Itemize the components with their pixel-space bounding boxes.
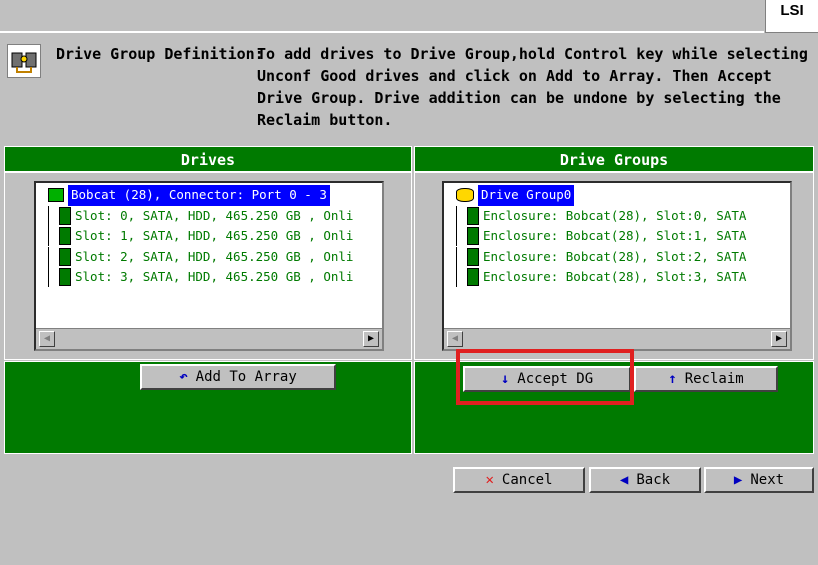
disk-icon <box>59 247 71 266</box>
scroll-left-icon[interactable]: ◀ <box>447 331 463 347</box>
scroll-right-icon[interactable]: ▶ <box>363 331 379 347</box>
cancel-button[interactable]: ✕ Cancel <box>453 467 585 493</box>
arrow-up-icon: ↑ <box>668 371 677 387</box>
drives-panel-header: Drives <box>4 146 412 172</box>
reclaim-button[interactable]: ↑ Reclaim <box>634 366 778 392</box>
arrow-right-icon: ▶ <box>733 472 743 488</box>
disk-icon <box>467 247 479 266</box>
lsi-logo: LSI <box>765 0 818 33</box>
close-icon: ✕ <box>485 472 494 488</box>
add-to-array-button[interactable]: ↶ Add To Array <box>140 364 336 390</box>
groups-list[interactable]: Drive Group0 Enclosure: Bobcat(28), Slot… <box>442 181 792 351</box>
next-button[interactable]: ▶ Next <box>704 467 814 493</box>
list-item-drive[interactable]: Slot: 0, SATA, HDD, 465.250 GB , Onli <box>48 205 353 227</box>
drives-list[interactable]: Bobcat (28), Connector: Port 0 - 3 Slot:… <box>34 181 384 351</box>
disk-icon <box>467 268 479 287</box>
back-button[interactable]: ◀ Back <box>589 467 701 493</box>
controller-icon <box>48 188 64 203</box>
list-item-drive[interactable]: Slot: 3, SATA, HDD, 465.250 GB , Onli <box>48 267 353 288</box>
arrow-left-icon: ◀ <box>619 472 629 488</box>
groups-panel-header: Drive Groups <box>414 146 814 172</box>
undo-arrow-icon: ↶ <box>179 369 188 385</box>
disk-icon <box>59 206 71 225</box>
scroll-right-icon[interactable]: ▶ <box>771 331 787 347</box>
list-item-enclosure-drive[interactable]: Enclosure: Bobcat(28), Slot:2, SATA <box>456 246 746 268</box>
list-item-enclosure-drive[interactable]: Enclosure: Bobcat(28), Slot:3, SATA <box>456 267 746 288</box>
disk-icon <box>59 227 71 246</box>
list-item-enclosure-drive[interactable]: Enclosure: Bobcat(28), Slot:0, SATA <box>456 205 746 227</box>
list-item-drive[interactable]: Slot: 2, SATA, HDD, 465.250 GB , Onli <box>48 246 353 268</box>
drive-group-icon <box>456 188 474 203</box>
list-item-controller[interactable]: Bobcat (28), Connector: Port 0 - 3 <box>48 185 353 206</box>
drive-config-icon <box>7 44 41 78</box>
list-item-drive[interactable]: Slot: 1, SATA, HDD, 465.250 GB , Onli <box>48 226 353 247</box>
help-label: Drive Group Definition: <box>56 45 264 63</box>
disk-icon <box>467 206 479 225</box>
header-divider <box>0 31 764 33</box>
help-text: To add drives to Drive Group,hold Contro… <box>257 45 808 129</box>
disk-icon <box>467 227 479 246</box>
disk-icon <box>59 268 71 287</box>
annotation-highlight-box <box>456 349 634 405</box>
list-item-drive-group[interactable]: Drive Group0 <box>456 185 746 206</box>
scroll-left-icon[interactable]: ◀ <box>39 331 55 347</box>
drives-hscrollbar[interactable]: ◀ ▶ <box>36 328 382 349</box>
list-item-enclosure-drive[interactable]: Enclosure: Bobcat(28), Slot:1, SATA <box>456 226 746 247</box>
groups-hscrollbar[interactable]: ◀ ▶ <box>444 328 790 349</box>
